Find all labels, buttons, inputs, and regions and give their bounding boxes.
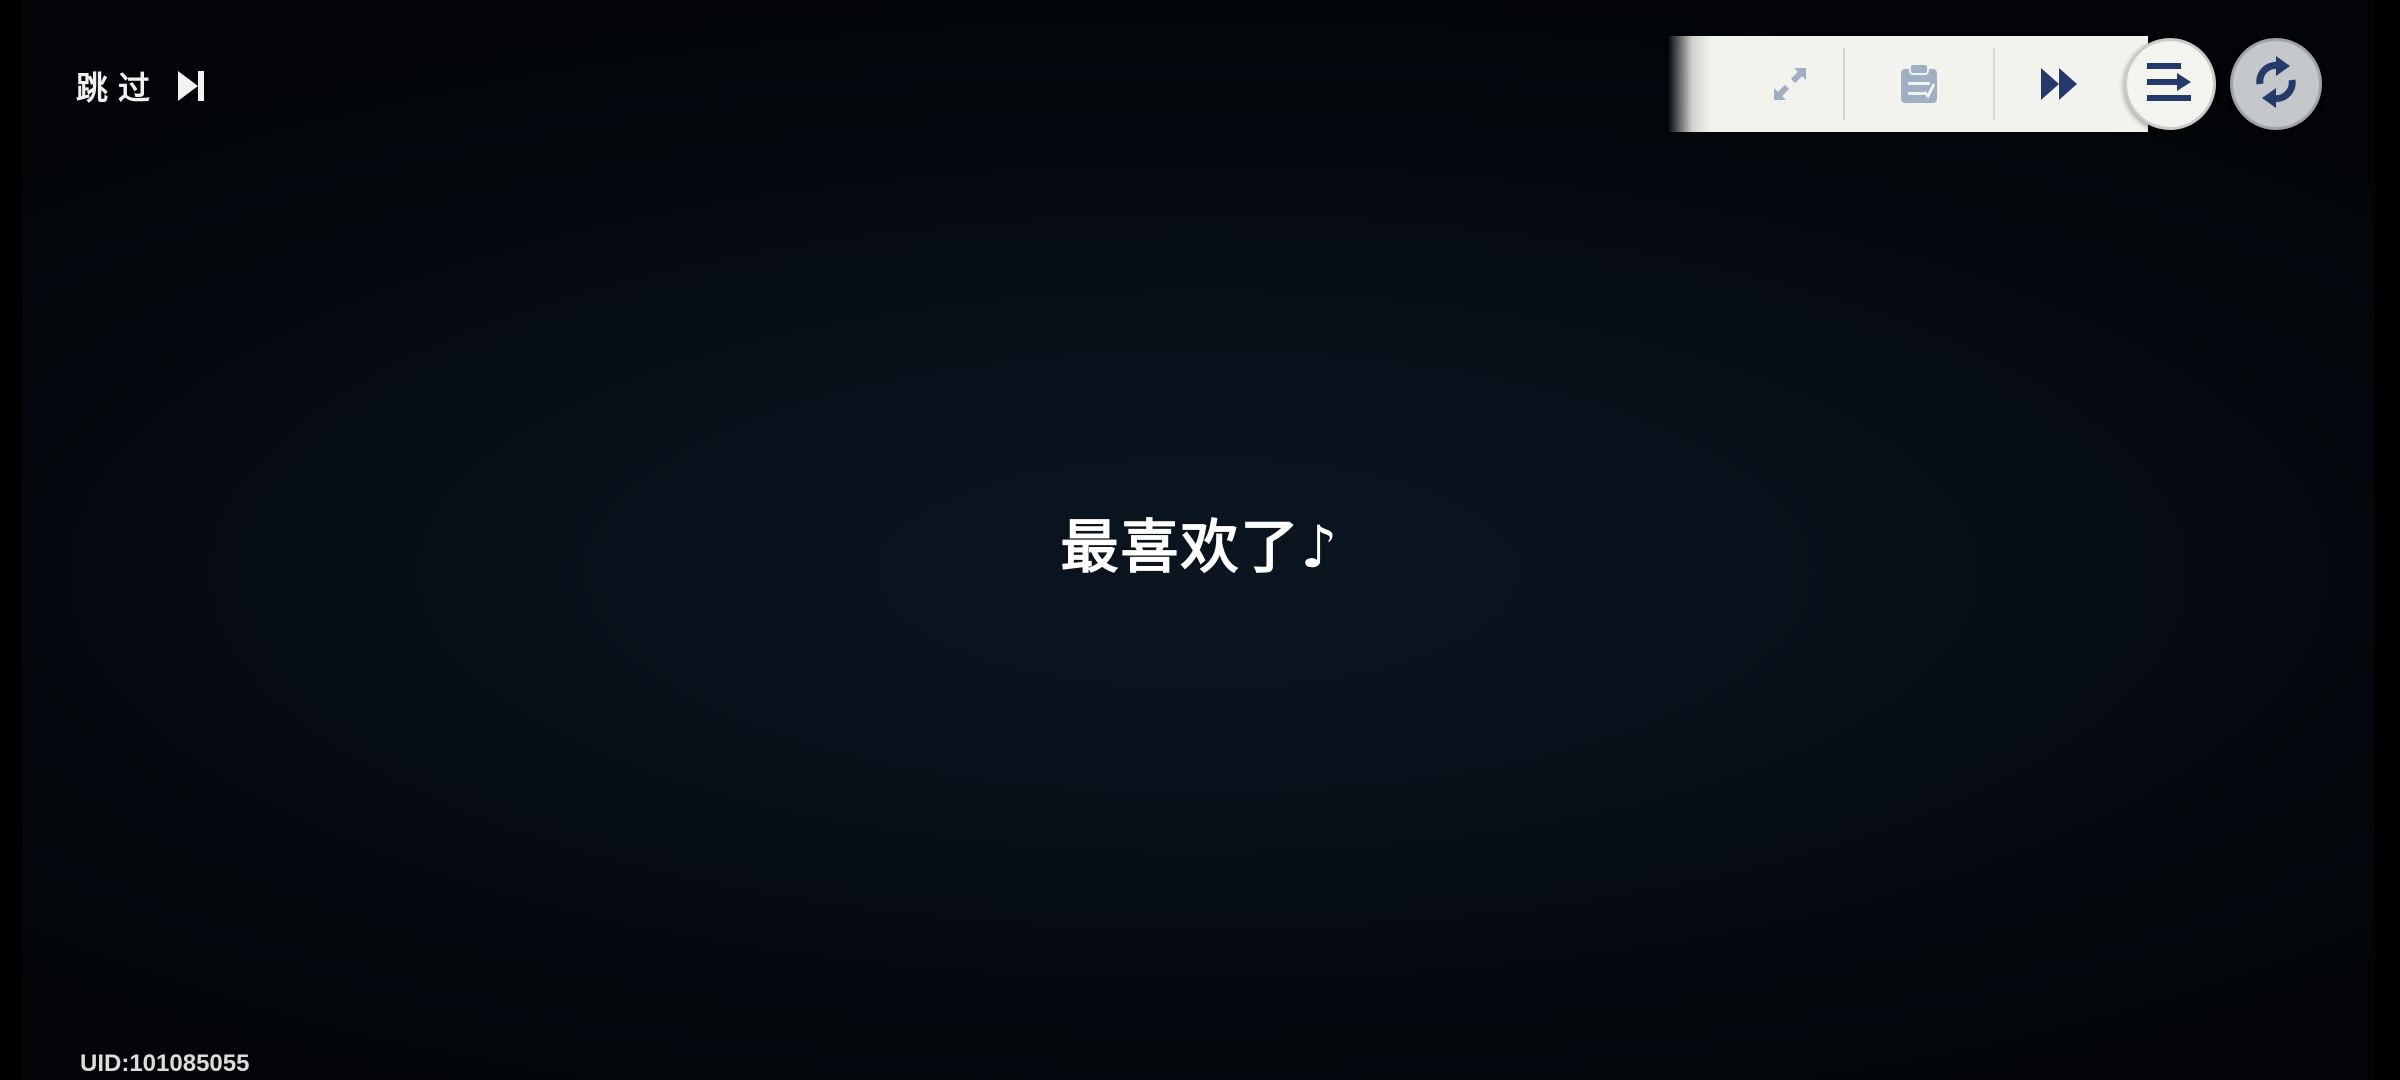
- fast-forward-icon: [2039, 66, 2081, 102]
- menu-button[interactable]: [2124, 38, 2216, 130]
- auto-play-button[interactable]: [2230, 38, 2322, 130]
- skip-label: 跳过: [76, 69, 161, 107]
- expand-button[interactable]: [1738, 36, 1842, 132]
- expand-arrows-icon: [1770, 64, 1810, 104]
- sync-icon: [2250, 54, 2302, 114]
- toolbar-divider: [1993, 48, 1995, 120]
- toolbar-divider: [1843, 48, 1845, 120]
- dialogue-text: 最喜欢了♪: [1060, 513, 1340, 581]
- story-screen[interactable]: 跳过 最喜欢了♪ UID:101085055: [0, 0, 2400, 1080]
- skip-forward-icon: [176, 69, 206, 103]
- uid-label: UID:101085055: [80, 1050, 250, 1077]
- fast-forward-button[interactable]: [1996, 36, 2124, 132]
- toolbar: [1668, 36, 2148, 132]
- clipboard-log-icon: [1898, 62, 1940, 106]
- menu-arrow-icon: [2145, 59, 2195, 109]
- skip-button[interactable]: 跳过: [76, 62, 206, 110]
- log-button[interactable]: [1846, 36, 1992, 132]
